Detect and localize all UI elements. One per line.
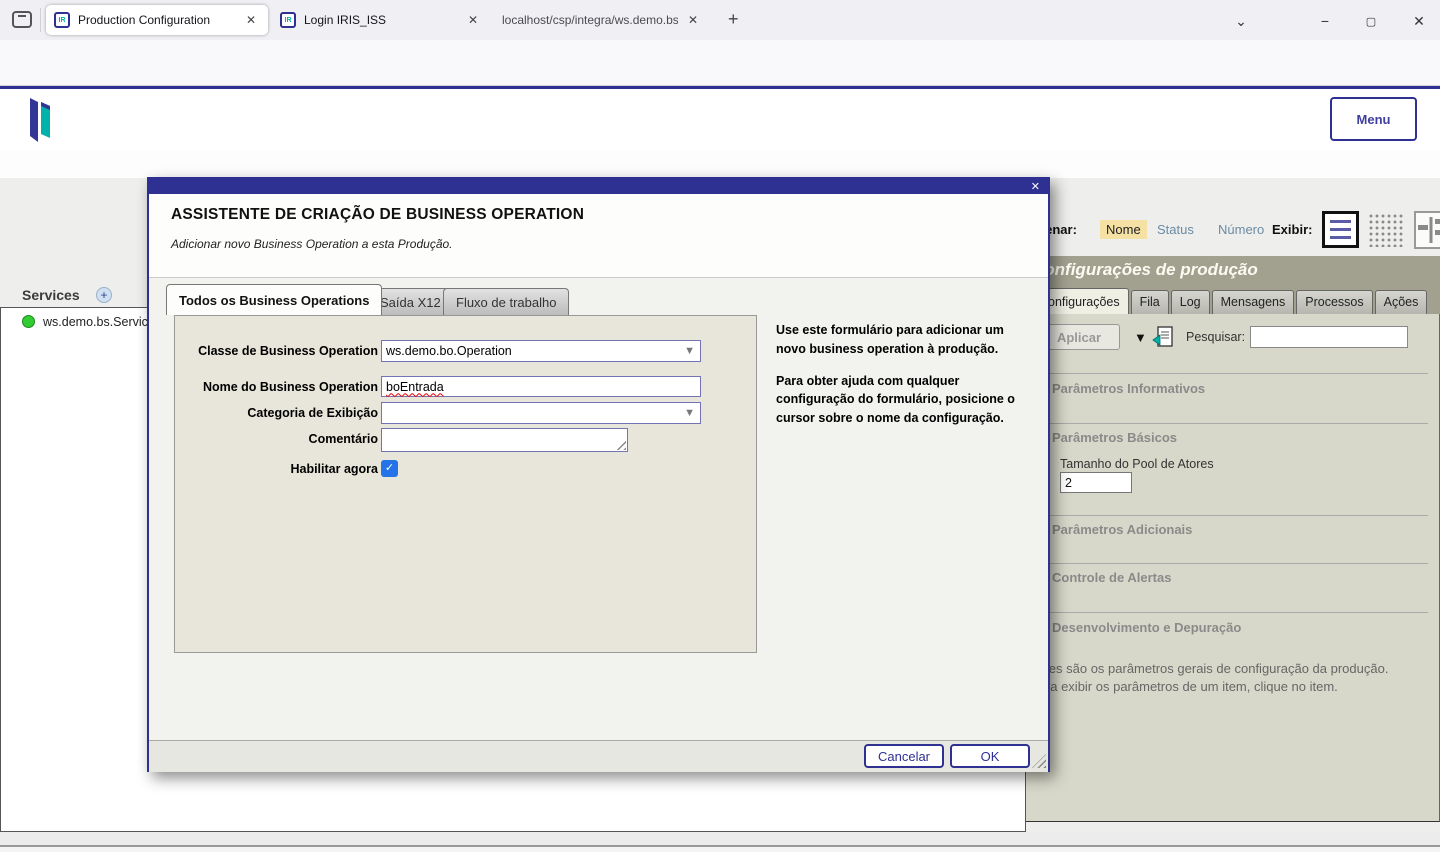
tab-close-icon[interactable]: ✕ [242, 11, 260, 29]
list-all-tabs-icon[interactable]: ⌄ [1226, 8, 1256, 34]
resize-handle-icon[interactable] [615, 439, 626, 450]
browser-tab-login-iris[interactable]: IR Login IRIS_ISS ✕ [272, 5, 490, 35]
services-header: Services [22, 287, 80, 303]
production-settings-title: Configurações de produção [1032, 260, 1258, 279]
tab-processos[interactable]: Processos [1296, 290, 1373, 314]
tab-close-icon[interactable]: ✕ [684, 11, 702, 29]
comment-textarea[interactable] [381, 428, 628, 452]
screen: IR Production Configuration ✕ IR Login I… [0, 0, 1440, 852]
search-input[interactable] [1250, 326, 1408, 348]
tab-log[interactable]: Log [1170, 290, 1210, 314]
chevron-down-icon[interactable]: ▼ [684, 345, 695, 357]
new-tab-button[interactable]: + [728, 9, 739, 30]
tab-title: localhost/csp/integra/ws.demo.bs.S [502, 13, 678, 27]
business-operation-wizard-dialog: ✕ ASSISTENTE DE CRIAÇÃO DE BUSINESS OPER… [147, 177, 1050, 772]
tab-separator [40, 8, 41, 32]
dialog-subtitle: Adicionar novo Business Operation a esta… [171, 237, 453, 251]
section-divider [1038, 563, 1428, 564]
production-settings-tabs: Configurações Fila Log Mensagens Process… [1026, 286, 1440, 314]
bottom-margin [0, 847, 1440, 852]
dialog-close-icon[interactable]: ✕ [1031, 180, 1040, 193]
wizard-help-text: Use este formulário para adicionar um no… [776, 323, 1015, 425]
section-divider [1038, 515, 1428, 516]
settings-description: Estes são os parâmetros gerais de config… [1030, 661, 1389, 694]
section-controle-de-alertas[interactable]: Controle de Alertas [1052, 570, 1171, 585]
tab-mensagens[interactable]: Mensagens [1211, 290, 1295, 314]
window-maximize-button[interactable]: ▢ [1356, 8, 1386, 34]
pool-size-input[interactable] [1060, 472, 1132, 493]
firefox-view-icon[interactable] [12, 11, 32, 28]
comment-label: Comentário [308, 432, 378, 446]
browser-tab-localhost[interactable]: localhost/csp/integra/ws.demo.bs.S ✕ [494, 5, 710, 35]
tab-title: Login IRIS_ISS [304, 13, 387, 27]
menu-button[interactable]: Menu [1330, 97, 1417, 141]
name-label: Nome do Business Operation [202, 380, 378, 394]
wizard-form-panel: Classe de Business Operation ws.demo.bo.… [174, 315, 757, 653]
section-divider [1038, 423, 1428, 424]
tab-todos-business-operations[interactable]: Todos os Business Operations [166, 284, 383, 315]
view-grid-icon[interactable] [1368, 213, 1405, 247]
view-list-icon[interactable] [1322, 211, 1359, 248]
enable-now-checkbox[interactable]: ✓ [381, 460, 398, 477]
intersystems-logo-icon [30, 98, 50, 142]
class-dropdown[interactable]: ws.demo.bo.Operation ▼ [381, 340, 701, 362]
class-label: Classe de Business Operation [198, 344, 378, 358]
dialog-titlebar[interactable] [149, 179, 1048, 194]
tab-title: Production Configuration [78, 13, 211, 27]
browser-tabstrip: IR Production Configuration ✕ IR Login I… [0, 0, 1440, 40]
tab-acoes[interactable]: Ações [1374, 290, 1428, 314]
sort-by-name[interactable]: Nome [1100, 220, 1147, 239]
sort-by-number[interactable]: Número [1218, 222, 1264, 237]
section-parametros-basicos[interactable]: Parâmetros Básicos [1052, 430, 1177, 445]
iris-favicon: IR [54, 12, 70, 28]
tab-fluxo-de-trabalho[interactable]: Fluxo de trabalho [443, 288, 570, 315]
iris-favicon: IR [280, 12, 296, 28]
enable-now-label: Habilitar agora [290, 462, 378, 476]
section-divider [1038, 373, 1428, 374]
section-parametros-informativos[interactable]: Parâmetros Informativos [1052, 381, 1205, 396]
tab-close-icon[interactable]: ✕ [464, 11, 482, 29]
chevron-down-icon[interactable]: ▼ [684, 407, 695, 419]
search-label: Pesquisar: [1186, 330, 1246, 344]
view-sliders-icon[interactable] [1414, 211, 1440, 249]
service-item[interactable]: ws.demo.bs.Service [43, 315, 155, 329]
dialog-title: ASSISTENTE DE CRIAÇÃO DE BUSINESS OPERAT… [171, 206, 585, 223]
cancel-button[interactable]: Cancelar [864, 744, 944, 768]
tab-fila[interactable]: Fila [1130, 290, 1169, 314]
ok-button[interactable]: OK [950, 744, 1030, 768]
apply-button[interactable]: Aplicar [1038, 324, 1120, 350]
browser-tab-production-configuration[interactable]: IR Production Configuration ✕ [46, 5, 268, 35]
name-input[interactable]: boEntrada [381, 376, 701, 397]
section-parametros-adicionais[interactable]: Parâmetros Adicionais [1052, 522, 1192, 537]
service-status-dot [22, 315, 35, 328]
browser-navbar: ← → ⟳ localhost/iris_iss/csp/integra/Ens… [0, 40, 1440, 118]
settings-dropdown-icon[interactable]: ▼ [1134, 330, 1147, 345]
section-divider [1038, 612, 1428, 613]
portal-masthead: InterSystems™ IRIS Data Platform Portal … [0, 89, 1440, 230]
window-close-button[interactable]: ✕ [1404, 8, 1434, 34]
sort-by-status[interactable]: Status [1157, 222, 1194, 237]
view-label: Exibir: [1272, 222, 1313, 237]
add-service-icon[interactable]: + [96, 287, 112, 303]
category-label: Categoria de Exibição [247, 406, 378, 420]
export-document-icon[interactable] [1152, 325, 1174, 349]
bottom-strip [0, 832, 1440, 845]
dialog-tabrow: Todos os Business Operations Saída X12 F… [149, 284, 1048, 315]
window-minimize-button[interactable]: − [1310, 8, 1340, 34]
category-dropdown[interactable]: ▼ [381, 402, 701, 424]
server-info-bar: Servidor DESKTOP-GB66FK3 NameSpace INTEG… [0, 150, 1440, 321]
pool-size-label: Tamanho do Pool de Atores [1060, 457, 1214, 471]
section-desenvolvimento-depuracao[interactable]: Desenvolvimento e Depuração [1052, 620, 1241, 635]
